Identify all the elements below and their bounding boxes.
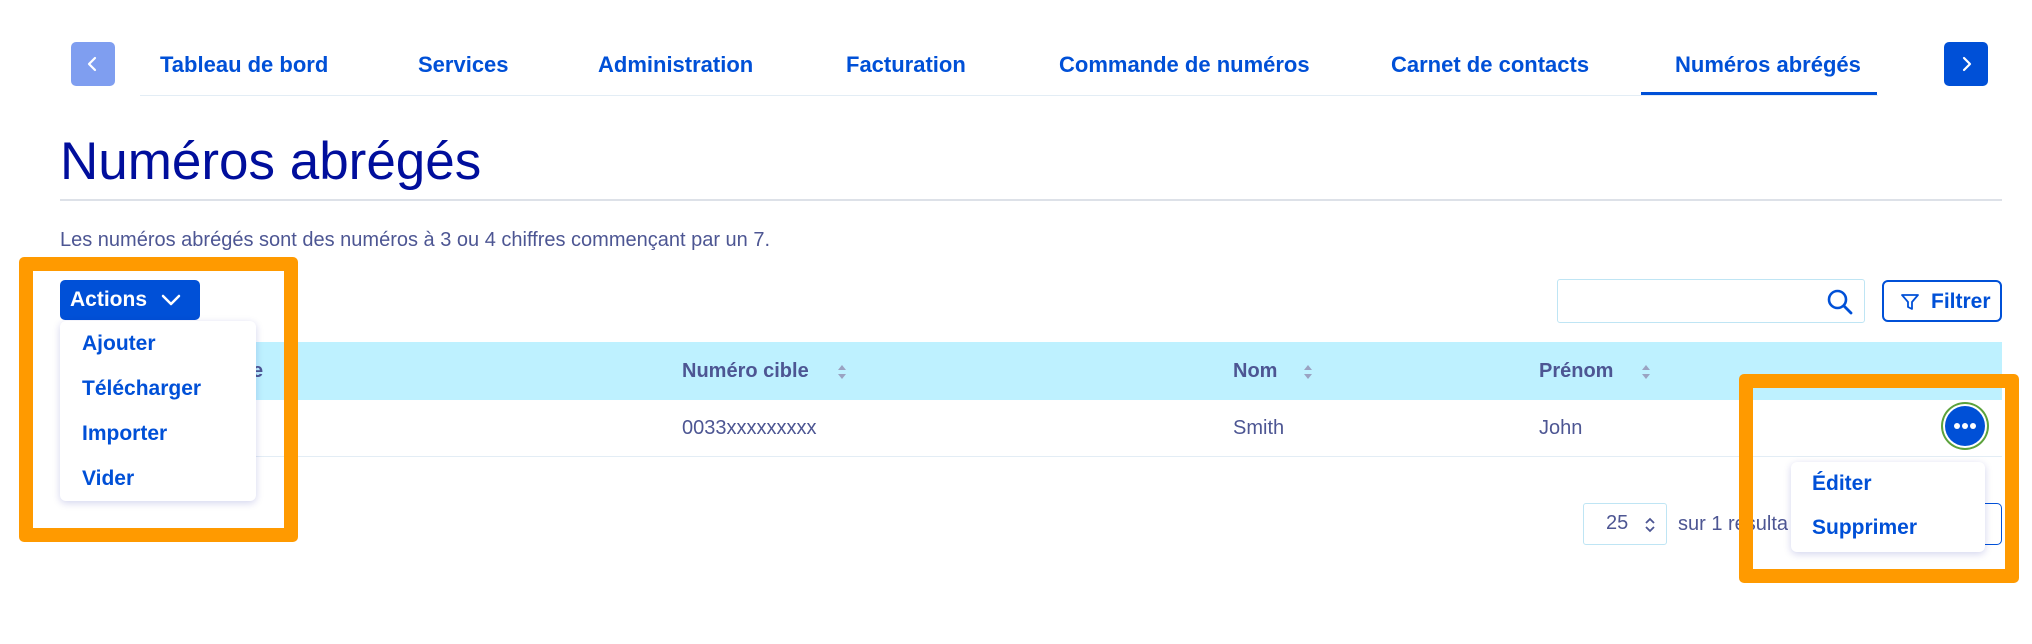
tab-numeros-abreges[interactable]: Numéros abrégés — [1675, 52, 1861, 78]
actions-dropdown-button[interactable]: Actions — [60, 280, 200, 320]
actions-label: Actions — [70, 288, 148, 311]
page-size-select[interactable]: 25 — [1583, 503, 1667, 545]
sort-icon[interactable] — [1640, 362, 1652, 382]
column-header-prenom[interactable]: Prénom — [1539, 360, 1613, 383]
sort-icon[interactable] — [836, 362, 848, 382]
tab-tableau-de-bord[interactable]: Tableau de bord — [160, 52, 328, 78]
column-header-numero-cible[interactable]: Numéro cible — [682, 360, 809, 383]
filter-label: Filtrer — [1931, 290, 1991, 313]
menu-item-importer[interactable]: Importer — [82, 422, 167, 446]
tab-services[interactable]: Services — [418, 52, 509, 78]
result-count: sur 1 résulta — [1678, 513, 1789, 535]
menu-item-ajouter[interactable]: Ajouter — [82, 332, 156, 356]
cell-prenom: John — [1539, 417, 1583, 439]
search-input[interactable] — [1557, 279, 1865, 323]
page-size-value: 25 — [1606, 512, 1629, 534]
cell-numero-cible: 0033xxxxxxxxx — [682, 417, 817, 439]
chevron-right-icon — [1962, 56, 1972, 72]
title-divider — [60, 199, 2002, 201]
more-horizontal-icon — [1954, 423, 1976, 429]
menu-item-editer[interactable]: Éditer — [1812, 472, 1872, 496]
nav-divider — [140, 95, 1878, 96]
tab-commande-de-numeros[interactable]: Commande de numéros — [1059, 52, 1310, 78]
table-header — [60, 342, 2002, 400]
page-title: Numéros abrégés — [60, 132, 482, 191]
chevron-down-icon — [161, 294, 181, 306]
tab-administration[interactable]: Administration — [598, 52, 753, 78]
updown-chevron-icon — [1645, 517, 1655, 533]
page-description: Les numéros abrégés sont des numéros à 3… — [60, 229, 771, 251]
chevron-left-icon — [87, 56, 97, 72]
search-icon[interactable] — [1826, 288, 1854, 316]
row-actions-menu: Éditer Supprimer — [1791, 462, 1985, 552]
menu-item-telecharger[interactable]: Télécharger — [82, 377, 201, 401]
menu-item-supprimer[interactable]: Supprimer — [1812, 516, 1917, 540]
sort-icon[interactable] — [1302, 362, 1314, 382]
filter-button[interactable]: Filtrer — [1882, 280, 2002, 322]
filter-icon — [1901, 294, 1919, 310]
tab-carnet-de-contacts[interactable]: Carnet de contacts — [1391, 52, 1589, 78]
active-tab-indicator — [1641, 92, 1877, 95]
nav-next-button[interactable] — [1944, 42, 1988, 86]
cell-nom: Smith — [1233, 417, 1285, 439]
nav-prev-button[interactable] — [71, 42, 115, 86]
column-header-nom[interactable]: Nom — [1233, 360, 1277, 383]
row-actions-button[interactable] — [1945, 406, 1985, 446]
actions-menu: Ajouter Télécharger Importer Vider — [60, 321, 256, 501]
tab-facturation[interactable]: Facturation — [846, 52, 966, 78]
table-row — [60, 400, 2002, 457]
menu-item-vider[interactable]: Vider — [82, 467, 134, 491]
